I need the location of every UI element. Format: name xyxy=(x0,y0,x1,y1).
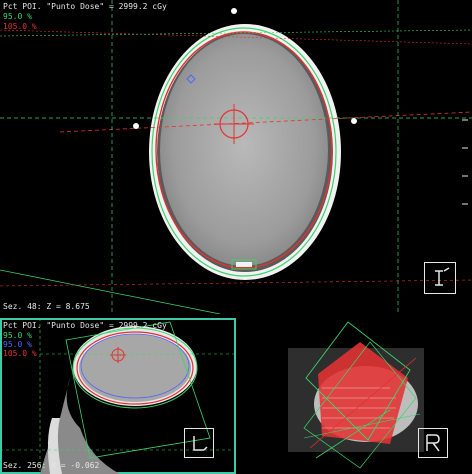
slice-info: Sez. 48: Z = 8.675 xyxy=(3,302,90,311)
isodose-legend-blue: 95.0 % xyxy=(3,340,32,349)
brain xyxy=(160,34,328,266)
orientation-cube-icon[interactable] xyxy=(418,428,448,458)
poi-dose-label: Pct POI. "Punto Dose" = 2999.2 cGy xyxy=(3,2,167,11)
axial-image xyxy=(0,0,472,314)
sagittal-view[interactable]: Pct POI. "Punto Dose" = 2999.2 cGy 95.0 … xyxy=(0,318,236,474)
axial-view[interactable]: Pct POI. "Punto Dose" = 2999.2 cGy 95.0 … xyxy=(0,0,472,314)
slice-info: Sez. 256: X = -0.062 xyxy=(3,461,100,470)
orientation-cube-icon[interactable] xyxy=(184,428,214,458)
isodose-legend-red: 105.0 % xyxy=(3,349,37,358)
poi-dose-label: Pct POI. "Punto Dose" = 2999.2 cGy xyxy=(3,321,167,330)
volume-render-view[interactable] xyxy=(240,318,472,474)
isodose-legend-green: 95.0 % xyxy=(3,331,32,340)
orientation-cube-icon[interactable] xyxy=(424,262,456,294)
isodose-legend-red: 105.0 % xyxy=(3,22,37,31)
isodose-legend-green: 95.0 % xyxy=(3,12,32,21)
